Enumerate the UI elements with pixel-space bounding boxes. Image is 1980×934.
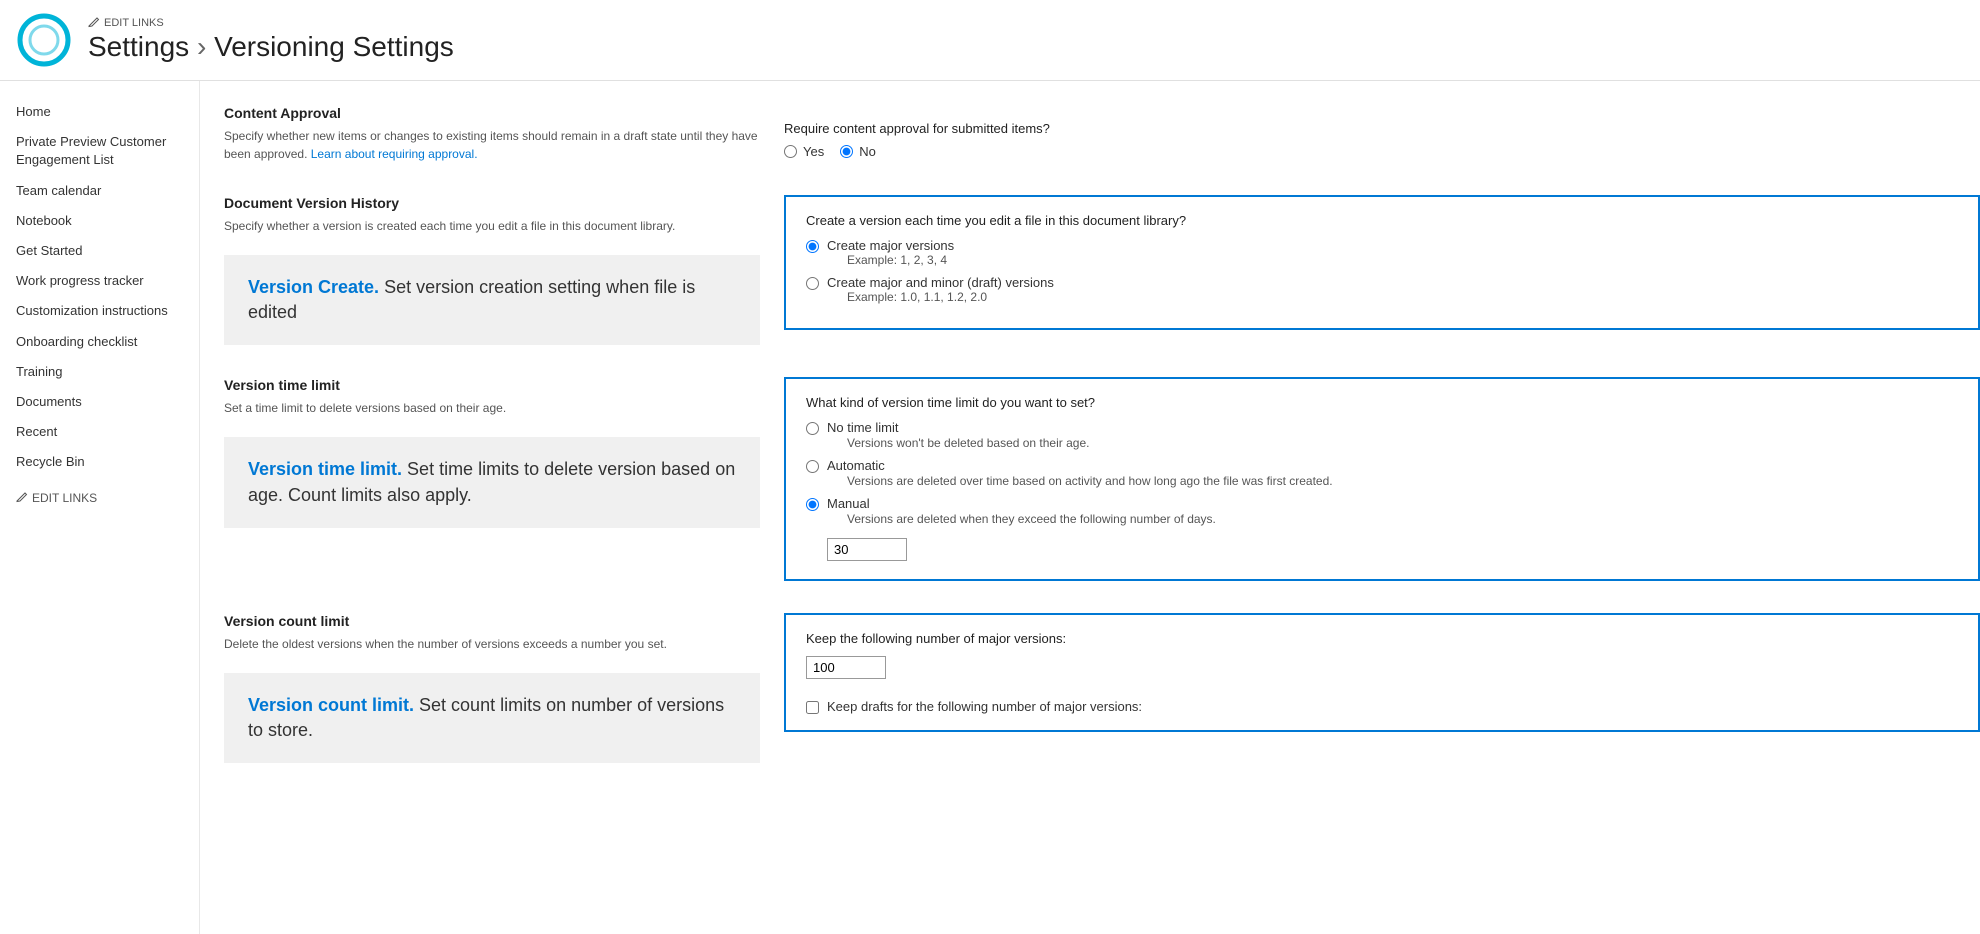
version-count-limit-title: Version count limit — [224, 613, 760, 629]
version-time-limit-title: Version time limit — [224, 377, 760, 393]
sidebar: Home Private Preview Customer Engagement… — [0, 81, 200, 934]
approval-yes-radio[interactable] — [784, 145, 797, 158]
version-time-limit-panel: What kind of version time limit do you w… — [784, 377, 1980, 580]
version-time-limit-tooltip: Version time limit. Set time limits to d… — [224, 437, 760, 527]
app-logo — [16, 12, 72, 68]
manual-radio[interactable] — [806, 498, 819, 511]
minor-versions-radio[interactable] — [806, 277, 819, 290]
content-approval-link[interactable]: Learn about requiring approval. — [311, 147, 478, 161]
header-edit-links[interactable]: EDIT LINKS — [88, 17, 454, 29]
pencil-icon — [88, 17, 100, 29]
no-time-limit-option: No time limit Versions won't be deleted … — [806, 420, 1958, 456]
minor-versions-example: Example: 1.0, 1.1, 1.2, 2.0 — [847, 290, 1054, 304]
content-approval-title: Content Approval — [224, 105, 760, 121]
version-count-limit-highlight: Version count limit. — [248, 695, 414, 715]
version-count-limit-right: Keep the following number of major versi… — [784, 613, 1980, 732]
header: EDIT LINKS Settings › Versioning Setting… — [0, 0, 1980, 81]
automatic-sublabel: Versions are deleted over time based on … — [847, 473, 1333, 490]
document-version-title: Document Version History — [224, 195, 760, 211]
document-version-section: Document Version History Specify whether… — [224, 195, 1980, 345]
manual-sublabel: Versions are deleted when they exceed th… — [847, 511, 1216, 528]
approval-question: Require content approval for submitted i… — [784, 121, 1980, 136]
keep-drafts-checkbox[interactable] — [806, 701, 819, 714]
minor-versions-label: Create major and minor (draft) versions — [827, 275, 1054, 290]
document-version-panel-title: Create a version each time you edit a fi… — [806, 213, 1958, 228]
page-wrapper: EDIT LINKS Settings › Versioning Setting… — [0, 0, 1980, 934]
version-time-limit-right: What kind of version time limit do you w… — [784, 377, 1980, 580]
sidebar-item-recent[interactable]: Recent — [0, 417, 199, 447]
content-approval-section: Content Approval Specify whether new ite… — [224, 105, 1980, 163]
no-time-limit-radio[interactable] — [806, 422, 819, 435]
main-content: Content Approval Specify whether new ite… — [200, 81, 1980, 934]
version-time-limit-highlight: Version time limit. — [248, 459, 402, 479]
version-time-limit-left: Version time limit Set a time limit to d… — [224, 377, 784, 527]
version-count-limit-section: Version count limit Delete the oldest ve… — [224, 613, 1980, 763]
version-count-limit-left: Version count limit Delete the oldest ve… — [224, 613, 784, 763]
version-time-limit-panel-title: What kind of version time limit do you w… — [806, 395, 1958, 410]
sidebar-item-documents[interactable]: Documents — [0, 387, 199, 417]
sidebar-item-private-preview[interactable]: Private Preview Customer Engagement List — [0, 127, 199, 175]
major-versions-radio[interactable] — [806, 240, 819, 253]
major-versions-example: Example: 1, 2, 3, 4 — [847, 253, 954, 267]
content-approval-left: Content Approval Specify whether new ite… — [224, 105, 784, 163]
sidebar-edit-links-bottom[interactable]: EDIT LINKS — [0, 485, 199, 511]
version-create-highlight: Version Create. — [248, 277, 379, 297]
version-count-limit-panel: Keep the following number of major versi… — [784, 613, 1980, 732]
pencil-icon-sidebar — [16, 492, 28, 504]
sidebar-item-team-calendar[interactable]: Team calendar — [0, 176, 199, 206]
manual-days-input[interactable] — [827, 538, 907, 561]
manual-option: Manual Versions are deleted when they ex… — [806, 496, 1958, 561]
approval-radios: Yes No — [784, 144, 1980, 159]
no-time-limit-label: No time limit — [827, 420, 1089, 435]
document-version-left: Document Version History Specify whether… — [224, 195, 784, 345]
header-title-area: EDIT LINKS Settings › Versioning Setting… — [88, 17, 454, 63]
sidebar-item-home[interactable]: Home — [0, 97, 199, 127]
version-count-limit-desc: Delete the oldest versions when the numb… — [224, 635, 760, 653]
no-time-limit-sublabel: Versions won't be deleted based on their… — [847, 435, 1089, 452]
keep-drafts-label: Keep drafts for the following number of … — [827, 699, 1142, 714]
approval-no-radio[interactable] — [840, 145, 853, 158]
document-version-right: Create a version each time you edit a fi… — [784, 195, 1980, 330]
page-title: Settings › Versioning Settings — [88, 31, 454, 63]
document-version-radios: Create major versions Example: 1, 2, 3, … — [806, 238, 1958, 304]
automatic-label: Automatic — [827, 458, 1333, 473]
version-count-limit-tooltip: Version count limit. Set count limits on… — [224, 673, 760, 763]
version-create-tooltip: Version Create. Set version creation set… — [224, 255, 760, 345]
body-wrapper: Home Private Preview Customer Engagement… — [0, 81, 1980, 934]
approval-no-label[interactable]: No — [840, 144, 876, 159]
sidebar-item-training[interactable]: Training — [0, 357, 199, 387]
document-version-desc: Specify whether a version is created eac… — [224, 217, 760, 235]
major-versions-option: Create major versions Example: 1, 2, 3, … — [806, 238, 1958, 267]
sidebar-item-recycle-bin[interactable]: Recycle Bin — [0, 447, 199, 477]
sidebar-item-notebook[interactable]: Notebook — [0, 206, 199, 236]
major-versions-keep-label: Keep the following number of major versi… — [806, 631, 1958, 646]
sidebar-item-customization[interactable]: Customization instructions — [0, 296, 199, 326]
major-versions-label: Create major versions — [827, 238, 954, 253]
approval-yes-label[interactable]: Yes — [784, 144, 824, 159]
keep-drafts-option: Keep drafts for the following number of … — [806, 699, 1958, 714]
sidebar-item-get-started[interactable]: Get Started — [0, 236, 199, 266]
version-time-limit-desc: Set a time limit to delete versions base… — [224, 399, 760, 417]
automatic-option: Automatic Versions are deleted over time… — [806, 458, 1958, 494]
sidebar-item-onboarding[interactable]: Onboarding checklist — [0, 327, 199, 357]
manual-label: Manual — [827, 496, 1216, 511]
content-approval-right: Require content approval for submitted i… — [784, 105, 1980, 163]
document-version-panel: Create a version each time you edit a fi… — [784, 195, 1980, 330]
version-time-limit-radios: No time limit Versions won't be deleted … — [806, 420, 1958, 560]
major-versions-count-input[interactable] — [806, 656, 886, 679]
minor-versions-option: Create major and minor (draft) versions … — [806, 275, 1958, 304]
sidebar-item-work-progress[interactable]: Work progress tracker — [0, 266, 199, 296]
version-time-limit-section: Version time limit Set a time limit to d… — [224, 377, 1980, 580]
content-approval-desc: Specify whether new items or changes to … — [224, 127, 760, 163]
automatic-radio[interactable] — [806, 460, 819, 473]
